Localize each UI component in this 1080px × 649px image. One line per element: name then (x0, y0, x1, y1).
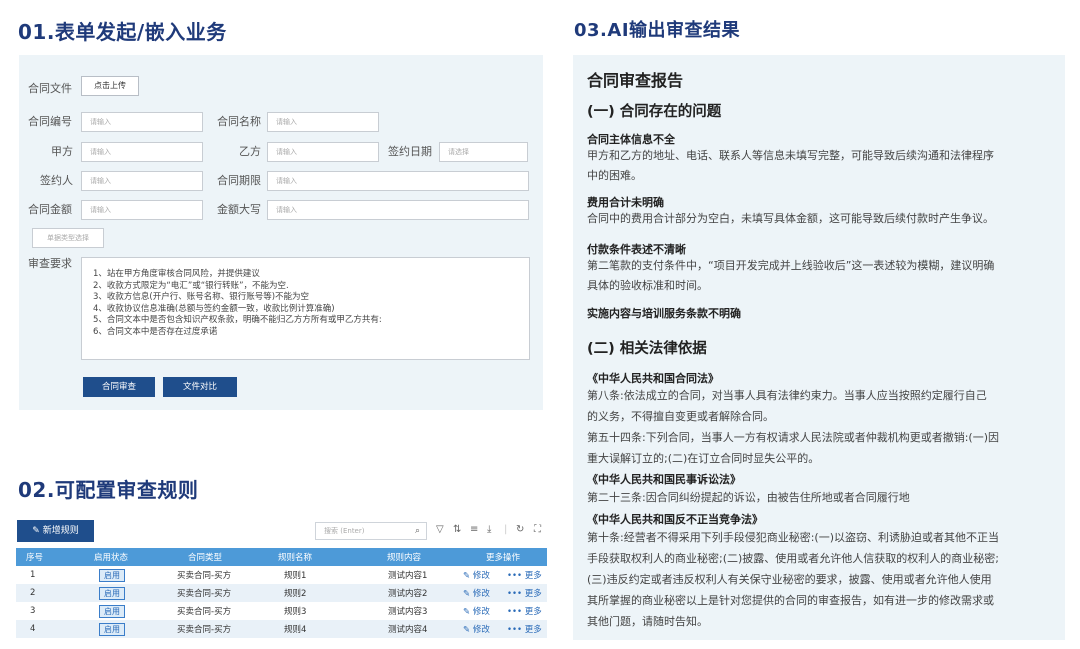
more-link[interactable]: ••• 更多 (507, 605, 542, 617)
refresh-icon[interactable]: ↻ (516, 524, 524, 536)
law-text: (三)违反约定或者违反权利人有关保守业秘密的要求，披露、使用或者允许他人使用 (587, 573, 992, 586)
add-rule-button[interactable]: ✎ 新增规则 (17, 520, 94, 542)
requirement-line: 4、收款协议信息准确(总额与签约金额一致，收款比例计算准确) (93, 303, 335, 314)
contract-no-input[interactable]: 请输入 (81, 112, 203, 132)
table-row[interactable]: 4 启用 买卖合同-买方 规则4 测试内容4 ✎ 修改 ••• 更多 (16, 620, 547, 638)
more-icon: ••• (507, 607, 525, 617)
law-title: 《中华人民共和国民事诉讼法》 (587, 473, 741, 486)
signer-label: 签约人 (40, 174, 73, 187)
search-input[interactable]: 搜索 (Enter) ⌕ (315, 522, 427, 540)
law-title: 《中华人民共和国反不正当竞争法》 (587, 513, 763, 526)
problem-text: 中的困难。 (587, 169, 642, 182)
report-title: 合同审查报告 (587, 71, 684, 90)
edit-link[interactable]: ✎ 修改 (463, 587, 490, 599)
more-link[interactable]: ••• 更多 (507, 569, 542, 581)
review-report: 合同审查报告 (一) 合同存在的问题 合同主体信息不全 甲方和乙方的地址、电话、… (573, 55, 1065, 640)
edit-icon: ✎ (32, 526, 40, 536)
filter-icon[interactable]: ▽ (436, 524, 444, 536)
law-title: 《中华人民共和国合同法》 (587, 372, 719, 385)
law-text: 第十条:经营者不得采用下列手段侵犯商业秘密:(一)以盗窃、利诱胁迫或者其他不正当 (587, 531, 999, 544)
problem-title: 费用合计未明确 (587, 196, 664, 209)
law-text: 重大误解订立的;(二)在订立合同时显失公平的。 (587, 452, 820, 465)
edit-link[interactable]: ✎ 修改 (463, 569, 490, 581)
more-icon: ••• (507, 571, 525, 581)
requirement-line: 1、站在甲方角度审核合同风险，并提供建议 (93, 269, 260, 279)
section-title-form: 01.表单发起/嵌入业务 (18, 20, 227, 44)
edit-link[interactable]: ✎ 修改 (463, 605, 490, 617)
amount-input[interactable]: 请输入 (81, 200, 203, 220)
problems-heading: (一) 合同存在的问题 (587, 104, 722, 120)
law-text: 的义务，不得擅自变更或者解除合同。 (587, 410, 774, 423)
law-text: 第五十四条:下列合同，当事人一方有权请求人民法院或者仲裁机构更或者撤销:(一)因 (587, 431, 999, 444)
fullscreen-icon[interactable]: ⛶ (534, 524, 541, 536)
section-title-result: 03.AI输出审查结果 (574, 20, 741, 41)
amount-label: 合同金额 (28, 203, 72, 216)
section-title-rules: 02.可配置审查规则 (18, 478, 199, 502)
review-button[interactable]: 合同审查 (83, 377, 155, 397)
problem-title: 实施内容与培训服务条款不明确 (587, 307, 741, 320)
edit-icon: ✎ (463, 571, 473, 581)
upload-button[interactable]: 点击上传 (81, 76, 139, 96)
more-icon: ••• (507, 625, 525, 635)
requirements-textarea[interactable]: 1、站在甲方角度审核合同风险，并提供建议 2、收款方式限定为“电汇”或“银行转账… (81, 257, 530, 360)
download-icon[interactable]: ⤓ (487, 524, 491, 536)
requirement-line: 2、收款方式限定为“电汇”或“银行转账”，不能为空. (93, 280, 289, 291)
rules-table: 序号 启用状态 合同类型 规则名称 规则内容 更多操作 1 启用 买卖合同-买方… (16, 548, 547, 638)
law-heading: (二) 相关法律依据 (587, 341, 707, 357)
requirements-label: 审查要求 (28, 257, 72, 270)
status-badge[interactable]: 启用 (99, 622, 125, 636)
edit-icon: ✎ (463, 625, 473, 635)
doc-type-select[interactable]: 单据类型选择 (32, 228, 104, 248)
sign-date-label: 签约日期 (388, 145, 432, 158)
law-text: 第八条:依法成立的合同，对当事人具有法律约束力。当事人应当按照约定履行自己 (587, 389, 987, 402)
law-text: 第二十三条:因合同纠纷提起的诉讼，由被告住所地或者合同履行地 (587, 491, 910, 504)
more-icon: ••• (507, 589, 525, 599)
party-b-input[interactable]: 请输入 (267, 142, 379, 162)
status-badge[interactable]: 启用 (99, 568, 125, 582)
more-link[interactable]: ••• 更多 (507, 623, 542, 635)
status-badge[interactable]: 启用 (99, 586, 125, 600)
law-text: 手段获取权利人的商业秘密;(二)披露、使用或者允许他人信获取的权利人的商业秘密; (587, 552, 999, 565)
edit-icon: ✎ (463, 607, 473, 617)
period-label: 合同期限 (217, 174, 261, 187)
party-a-label: 甲方 (51, 145, 73, 158)
law-text: 其所掌握的商业秘密以上是针对您提供的合同的审查报告，如有进一步的修改需求或 (587, 594, 994, 607)
party-b-label: 乙方 (239, 145, 261, 158)
problem-text: 具体的验收标准和时间。 (587, 279, 708, 292)
more-link[interactable]: ••• 更多 (507, 587, 542, 599)
edit-icon: ✎ (463, 589, 473, 599)
search-icon: ⌕ (414, 526, 420, 536)
table-row[interactable]: 2 启用 买卖合同-买方 规则2 测试内容2 ✎ 修改 ••• 更多 (16, 584, 547, 602)
contract-form: 合同文件 点击上传 合同编号 请输入 合同名称 请输入 甲方 请输入 乙方 请输… (19, 55, 543, 410)
table-row[interactable]: 3 启用 买卖合同-买方 规则3 测试内容3 ✎ 修改 ••• 更多 (16, 602, 547, 620)
contract-name-label: 合同名称 (217, 115, 261, 128)
amount-upper-input[interactable]: 请输入 (267, 200, 529, 220)
party-a-input[interactable]: 请输入 (81, 142, 203, 162)
problem-title: 合同主体信息不全 (587, 133, 675, 146)
compare-button[interactable]: 文件对比 (163, 377, 237, 397)
amount-upper-label: 金额大写 (217, 203, 261, 216)
requirement-line: 3、收款方信息(开户行、账号名称、银行账号等)不能为空 (93, 292, 310, 302)
table-header: 序号 启用状态 合同类型 规则名称 规则内容 更多操作 (16, 548, 547, 566)
divider: | (504, 524, 508, 535)
table-row[interactable]: 1 启用 买卖合同-买方 规则1 测试内容1 ✎ 修改 ••• 更多 (16, 566, 547, 584)
sort-icon[interactable]: ⇅ (453, 524, 461, 536)
requirement-line: 6、合同文本中是否存在过度承诺 (93, 326, 218, 337)
sign-date-select[interactable]: 请选择 (439, 142, 528, 162)
problem-text: 合同中的费用合计部分为空白，未填写具体金额，这可能导致后续付款时产生争议。 (587, 212, 994, 225)
problem-text: 第二笔款的支付条件中，“项目开发完成并上线验收后”这一表述较为模糊，建议明确 (587, 259, 995, 272)
requirement-line: 5、合同文本中是否包含知识产权条款，明确不能归乙方方所有或甲乙方共有: (93, 315, 382, 325)
status-badge[interactable]: 启用 (99, 604, 125, 618)
law-text: 其他门题，请随时告知。 (587, 615, 708, 628)
contract-no-label: 合同编号 (28, 115, 72, 128)
edit-link[interactable]: ✎ 修改 (463, 623, 490, 635)
signer-input[interactable]: 请输入 (81, 171, 203, 191)
period-input[interactable]: 请输入 (267, 171, 529, 191)
contract-name-input[interactable]: 请输入 (267, 112, 379, 132)
problem-text: 甲方和乙方的地址、电话、联系人等信息未填写完整，可能导致后续沟通和法律程序 (587, 149, 994, 162)
problem-title: 付款条件表述不清晰 (587, 243, 686, 256)
list-icon[interactable]: ≡ (470, 524, 478, 536)
file-label: 合同文件 (28, 82, 72, 95)
